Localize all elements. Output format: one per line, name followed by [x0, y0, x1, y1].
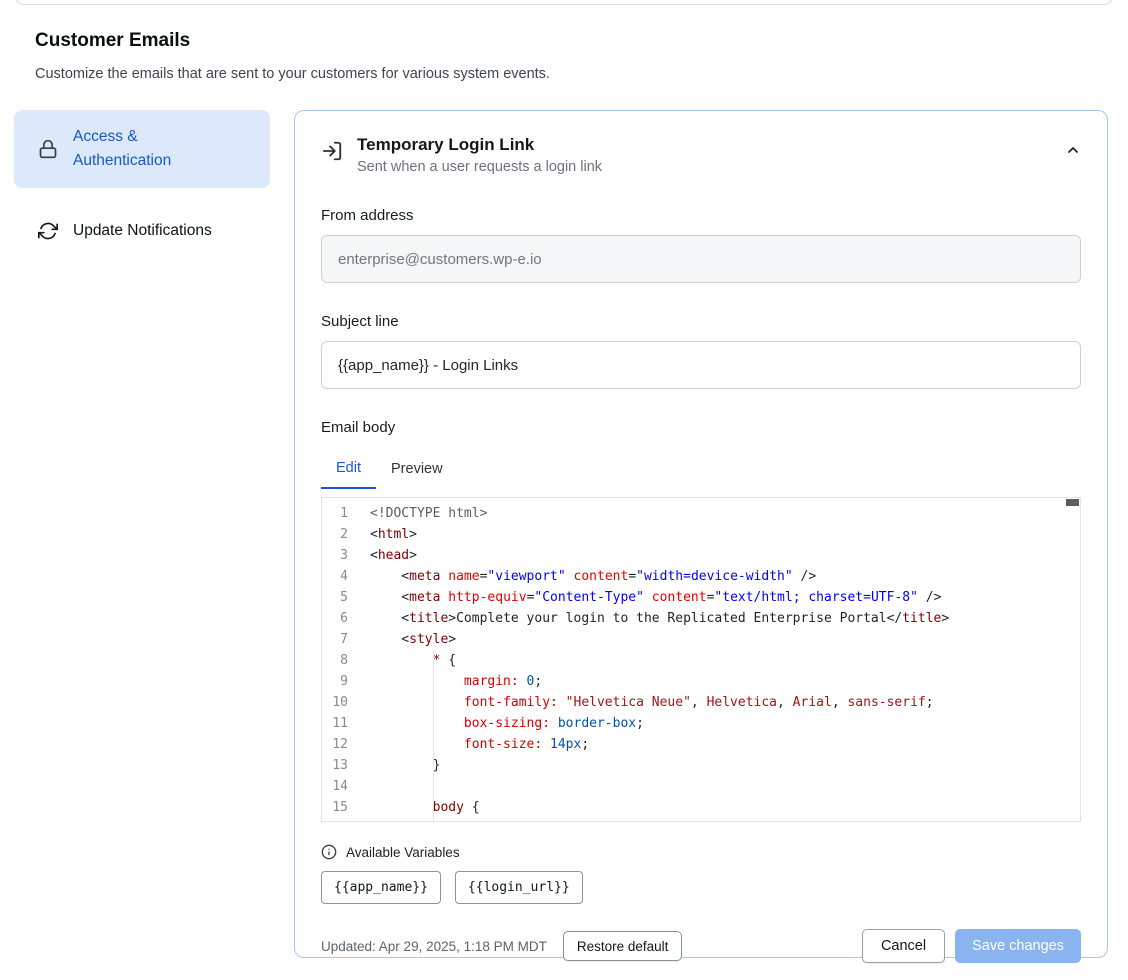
login-icon — [321, 140, 343, 162]
updated-timestamp: Updated: Apr 29, 2025, 1:18 PM MDT — [321, 939, 547, 954]
code-line: * { — [370, 650, 1080, 671]
from-address-input[interactable] — [321, 235, 1081, 283]
save-changes-button[interactable]: Save changes — [955, 929, 1081, 963]
line-number: 4 — [322, 566, 348, 587]
code-line: <!DOCTYPE html> — [370, 503, 1080, 524]
code-line: <style> — [370, 629, 1080, 650]
code-line: font-family: "Helvetica Neue", Helvetica… — [370, 692, 1080, 713]
restore-default-button[interactable]: Restore default — [563, 931, 683, 961]
code-line — [370, 776, 1080, 797]
indent-guide — [433, 650, 434, 821]
code-line: <head> — [370, 545, 1080, 566]
line-number: 5 — [322, 587, 348, 608]
tab-preview[interactable]: Preview — [376, 450, 458, 489]
panel-header: Temporary Login Link Sent when a user re… — [321, 135, 1081, 175]
email-body-label: Email body — [321, 419, 1081, 436]
line-number: 15 — [322, 797, 348, 818]
line-number: 1 — [322, 503, 348, 524]
temporary-login-link-panel: Temporary Login Link Sent when a user re… — [294, 110, 1108, 958]
page-subtitle: Customize the emails that are sent to yo… — [35, 66, 550, 82]
editor-scrollbar-thumb[interactable] — [1066, 499, 1079, 506]
code-line: } — [370, 755, 1080, 776]
chevron-up-icon — [1065, 142, 1081, 158]
line-number: 8 — [322, 650, 348, 671]
variable-chips: {{app_name}} {{login_url}} — [321, 871, 1081, 904]
code-line: box-sizing: border-box; — [370, 713, 1080, 734]
code-editor[interactable]: 12345678910111213141516 <!DOCTYPE html><… — [321, 497, 1081, 822]
code-line: body { — [370, 797, 1080, 818]
line-number: 14 — [322, 776, 348, 797]
sidebar-item-label: Update Notifications — [73, 219, 212, 243]
line-number: 7 — [322, 629, 348, 650]
available-variables-header: Available Variables — [321, 844, 1081, 860]
sidebar-item-label: Access & Authentication — [73, 125, 209, 173]
info-icon — [321, 844, 337, 860]
line-number: 2 — [322, 524, 348, 545]
code-line: <meta name="viewport" content="width=dev… — [370, 566, 1080, 587]
page-title: Customer Emails — [35, 30, 190, 52]
available-variables-label: Available Variables — [346, 845, 460, 860]
subject-line-label: Subject line — [321, 313, 1081, 330]
code-line: margin: 0; — [370, 671, 1080, 692]
panel-subtitle: Sent when a user requests a login link — [357, 159, 602, 175]
sidebar: Access & Authentication Update Notificat… — [14, 110, 270, 258]
code-gutter: 12345678910111213141516 — [322, 498, 370, 821]
previous-card-bottom-edge — [14, 0, 1114, 5]
variable-chip-login-url[interactable]: {{login_url}} — [455, 871, 583, 904]
subject-line-input[interactable] — [321, 341, 1081, 389]
cancel-button[interactable]: Cancel — [862, 929, 945, 963]
email-body-tabs: Edit Preview — [321, 450, 1081, 489]
collapse-panel-button[interactable] — [1065, 142, 1081, 161]
panel-footer: Updated: Apr 29, 2025, 1:18 PM MDT Resto… — [321, 929, 1081, 963]
line-number: 16 — [322, 818, 348, 822]
line-number: 11 — [322, 713, 348, 734]
code-line: font-size: 14px; — [370, 734, 1080, 755]
line-number: 12 — [322, 734, 348, 755]
line-number: 6 — [322, 608, 348, 629]
line-number: 9 — [322, 671, 348, 692]
sidebar-item-access-authentication[interactable]: Access & Authentication — [14, 110, 270, 188]
code-line: background-color: #f6f6f6; — [370, 818, 1080, 821]
code-line: <html> — [370, 524, 1080, 545]
code-line: <meta http-equiv="Content-Type" content=… — [370, 587, 1080, 608]
refresh-icon — [38, 221, 58, 241]
tab-edit[interactable]: Edit — [321, 450, 376, 489]
line-number: 3 — [322, 545, 348, 566]
variable-chip-app-name[interactable]: {{app_name}} — [321, 871, 441, 904]
line-number: 13 — [322, 755, 348, 776]
code-lines: <!DOCTYPE html><html><head> <meta name="… — [370, 498, 1080, 821]
line-number: 10 — [322, 692, 348, 713]
sidebar-item-update-notifications[interactable]: Update Notifications — [14, 204, 270, 258]
panel-title: Temporary Login Link — [357, 135, 602, 155]
customer-emails-page: Customer Emails Customize the emails tha… — [0, 0, 1128, 980]
code-line: <title>Complete your login to the Replic… — [370, 608, 1080, 629]
from-address-label: From address — [321, 207, 1081, 224]
lock-icon — [38, 139, 58, 159]
